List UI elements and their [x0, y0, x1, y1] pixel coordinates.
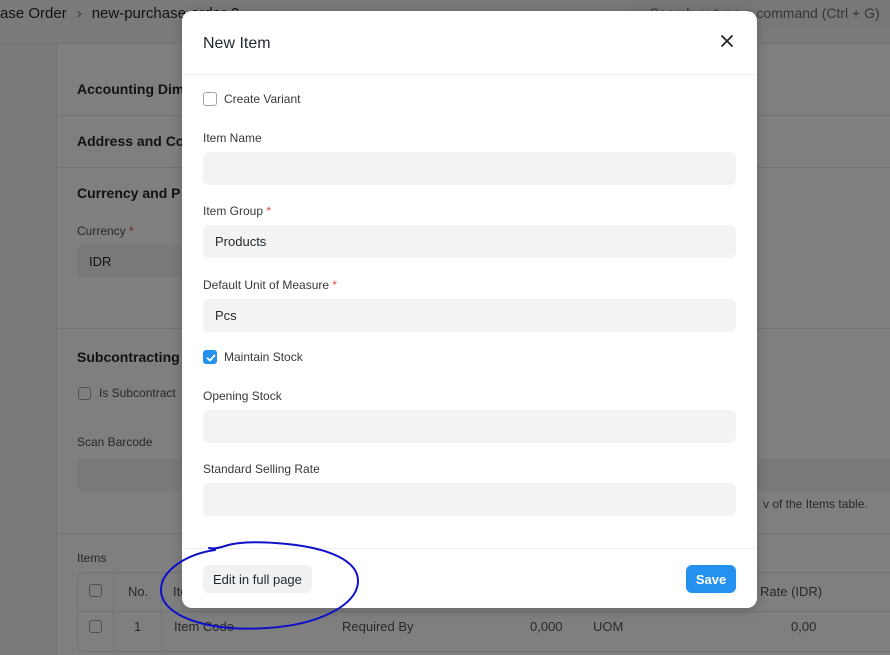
item-group-input[interactable] [203, 225, 736, 258]
item-group-label: Item Group * [203, 204, 272, 218]
item-name-label: Item Name [203, 131, 262, 145]
dialog-header: New Item [182, 11, 757, 75]
close-icon [721, 35, 733, 47]
standard-selling-rate-label: Standard Selling Rate [203, 462, 320, 476]
required-indicator: * [332, 278, 338, 292]
close-button[interactable] [717, 31, 737, 51]
opening-stock-label: Opening Stock [203, 389, 282, 403]
default-uom-input[interactable] [203, 299, 736, 332]
create-variant-label: Create Variant [224, 92, 301, 106]
create-variant-checkbox[interactable] [203, 92, 217, 106]
dialog-title: New Item [203, 35, 271, 52]
checkmark-icon [206, 354, 216, 362]
maintain-stock-checkbox[interactable] [203, 350, 217, 364]
standard-selling-rate-input[interactable] [203, 483, 736, 516]
save-button[interactable]: Save [686, 565, 736, 593]
opening-stock-input[interactable] [203, 410, 736, 443]
item-name-input[interactable] [203, 152, 736, 185]
edit-in-full-page-button[interactable]: Edit in full page [203, 565, 312, 593]
required-indicator: * [266, 204, 272, 218]
dialog-footer: Edit in full page Save [182, 548, 757, 608]
new-item-dialog: New Item Create Variant Item Name Item G… [182, 11, 757, 608]
default-uom-label: Default Unit of Measure * [203, 278, 338, 292]
maintain-stock-label: Maintain Stock [224, 350, 303, 364]
